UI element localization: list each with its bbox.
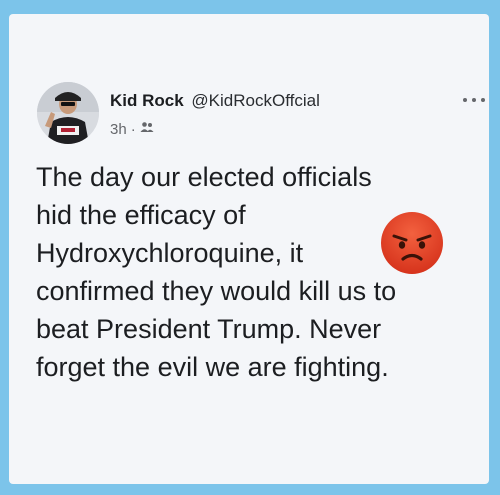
friends-icon bbox=[140, 120, 154, 138]
post-card: Kid Rock @KidRockOffcial 3h · The day ou… bbox=[9, 14, 489, 484]
post-text-line: The day our elected officials bbox=[36, 162, 372, 192]
post-meta: 3h · bbox=[110, 120, 154, 138]
post-text-line: beat President Trump. Never bbox=[36, 314, 382, 344]
angry-face-icon bbox=[379, 210, 445, 276]
meta-separator: · bbox=[130, 120, 136, 138]
author-handle[interactable]: @KidRockOffcial bbox=[191, 91, 319, 110]
post-text-line: confirmed they would kill us to bbox=[36, 276, 397, 306]
author-name[interactable]: Kid Rock bbox=[110, 91, 184, 110]
post-text-line: forget the evil we are fighting. bbox=[36, 352, 389, 382]
avatar-photo bbox=[37, 82, 99, 144]
post-author: Kid Rock @KidRockOffcial bbox=[110, 91, 320, 111]
more-options-icon[interactable] bbox=[463, 94, 485, 106]
avatar[interactable] bbox=[37, 82, 99, 144]
post-time[interactable]: 3h bbox=[110, 121, 127, 138]
